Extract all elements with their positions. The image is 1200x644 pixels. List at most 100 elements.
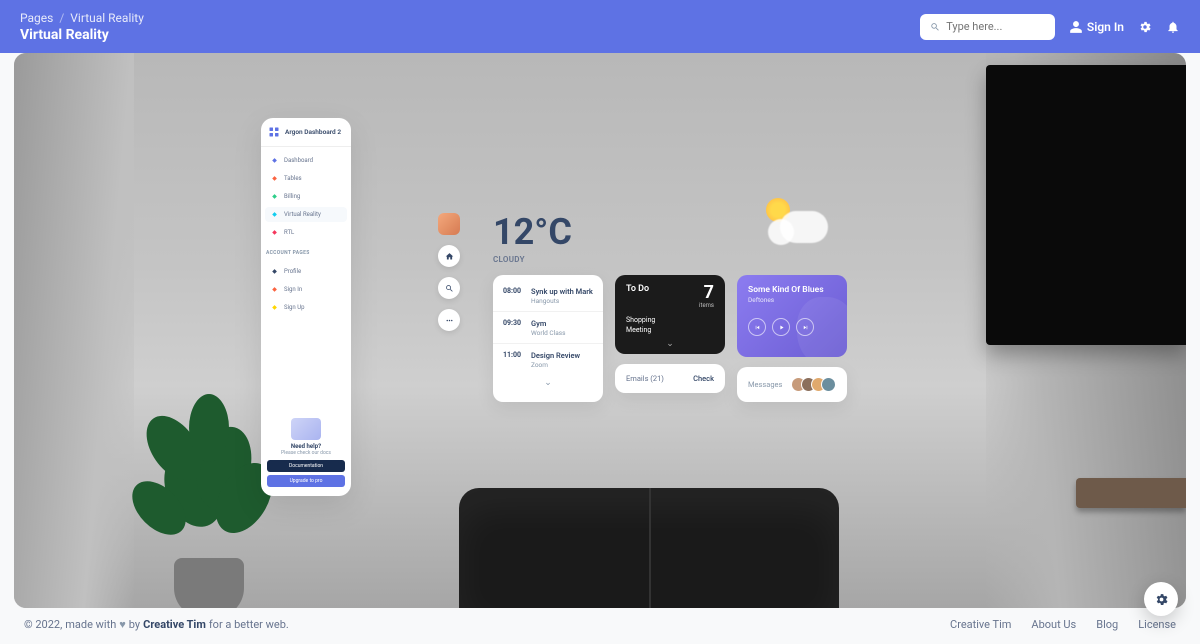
nav-icon: ◆ <box>270 156 279 165</box>
prev-button[interactable] <box>748 318 766 336</box>
sidebar-item-label: Virtual Reality <box>284 211 321 218</box>
schedule-expand[interactable]: ⌄ <box>493 375 603 391</box>
user-icon <box>1069 20 1083 34</box>
next-button[interactable] <box>796 318 814 336</box>
chairs-prop <box>459 488 839 608</box>
schedule-title: Gym <box>531 319 566 328</box>
heart-icon: ♥ <box>119 618 126 631</box>
schedule-item[interactable]: 08:00Synk up with MarkHangouts <box>493 283 603 311</box>
footer-link[interactable]: Blog <box>1096 618 1118 631</box>
schedule-time: 09:30 <box>503 319 525 337</box>
help-image <box>291 418 321 440</box>
user-avatar[interactable] <box>438 213 460 235</box>
emails-check[interactable]: Check <box>693 374 714 383</box>
sidebar-item-tables[interactable]: ◆ Tables <box>265 171 347 186</box>
nav-icon: ◆ <box>270 174 279 183</box>
play-button[interactable] <box>772 318 790 336</box>
todo-expand[interactable]: ⌄ <box>626 339 714 349</box>
page-title: Virtual Reality <box>20 27 144 43</box>
next-icon <box>802 324 809 331</box>
breadcrumb-current: Virtual Reality <box>70 11 144 25</box>
footer-author-link[interactable]: Creative Tim <box>143 618 206 631</box>
home-button[interactable] <box>438 245 460 267</box>
todo-task: ShoppingMeeting <box>626 316 714 336</box>
nav-icon: ◆ <box>270 192 279 201</box>
breadcrumb-root[interactable]: Pages <box>20 11 53 25</box>
bell-icon[interactable] <box>1166 20 1180 34</box>
footer-link[interactable]: Creative Tim <box>950 618 1011 631</box>
search-input[interactable] <box>946 20 1045 33</box>
sidebar-item-dashboard[interactable]: ◆ Dashboard <box>265 153 347 168</box>
todo-title: To Do <box>626 284 649 294</box>
ellipsis-icon <box>445 316 454 325</box>
sidebar-item-label: Billing <box>284 193 300 200</box>
nav-icon: ◆ <box>270 228 279 237</box>
topbar: Pages / Virtual Reality Virtual Reality … <box>0 0 1200 53</box>
schedule-sub: Hangouts <box>531 297 593 305</box>
search-button[interactable] <box>438 277 460 299</box>
nav-icon: ◆ <box>270 267 279 276</box>
sidebar-item-label: RTL <box>284 229 294 236</box>
schedule-title: Design Review <box>531 351 580 360</box>
sidebar-item-label: Sign In <box>284 286 302 293</box>
schedule-time: 08:00 <box>503 287 525 305</box>
avatar[interactable] <box>821 377 836 392</box>
weather-icon <box>758 198 828 248</box>
music-artist: Deftones <box>748 296 836 304</box>
emails-label: Emails (21) <box>626 374 664 383</box>
sidebar-item-billing[interactable]: ◆ Billing <box>265 189 347 204</box>
sidebar-item-sign-in[interactable]: ◆ Sign In <box>265 282 347 297</box>
weather-widget: 12°C Cloudy <box>493 211 572 264</box>
schedule-sub: Zoom <box>531 361 580 369</box>
sidebar-item-rtl[interactable]: ◆ RTL <box>265 225 347 240</box>
footer-link[interactable]: About Us <box>1031 618 1076 631</box>
sidebar-item-profile[interactable]: ◆ Profile <box>265 264 347 279</box>
sidebar-item-label: Profile <box>284 268 301 275</box>
emails-card[interactable]: Emails (21) Check <box>615 364 725 393</box>
schedule-item[interactable]: 09:30 GymWorld Class <box>493 311 603 343</box>
help-subtitle: Please check our docs <box>267 450 345 456</box>
schedule-item[interactable]: 11:00 Design ReviewZoom <box>493 343 603 375</box>
sidebar-item-sign-up[interactable]: ◆ Sign Up <box>265 300 347 315</box>
tv-prop <box>986 65 1186 345</box>
sidebar-item-label: Sign Up <box>284 304 304 311</box>
messages-label: Messages <box>748 380 782 389</box>
vr-viewport: Argon Dashboard 2 ◆ Dashboard ◆ Tables ◆ Bill… <box>14 53 1186 608</box>
todo-card: To Do 7 items ShoppingMeeting ⌄ <box>615 275 725 354</box>
weather-condition: Cloudy <box>493 255 572 264</box>
schedule-time: 11:00 <box>503 351 525 369</box>
messages-avatars <box>791 377 836 392</box>
nav-icon: ◆ <box>270 303 279 312</box>
music-player-card: Some Kind Of Blues Deftones <box>737 275 847 357</box>
search-input-wrap[interactable] <box>920 14 1055 40</box>
gear-icon[interactable] <box>1138 20 1152 34</box>
todo-count: 7 <box>699 284 714 302</box>
temperature: 12°C <box>493 211 572 253</box>
play-icon <box>778 324 785 331</box>
search-icon <box>445 284 454 293</box>
messages-card[interactable]: Messages <box>737 367 847 402</box>
sidebar-brand[interactable]: Argon Dashboard 2 <box>261 118 351 147</box>
todo-count-label: items <box>699 302 714 309</box>
sidebar-item-label: Dashboard <box>284 157 313 164</box>
schedule-sub: World Class <box>531 329 566 337</box>
more-button[interactable] <box>438 309 460 331</box>
breadcrumb: Pages / Virtual Reality <box>20 11 144 25</box>
sidebar: Argon Dashboard 2 ◆ Dashboard ◆ Tables ◆ Bill… <box>261 118 351 496</box>
footer-link[interactable]: License <box>1138 618 1176 631</box>
sidebar-item-label: Tables <box>284 175 302 182</box>
schedule-card: 08:00Synk up with MarkHangouts 09:30 GymWo… <box>493 275 603 402</box>
help-card: Need help? Please check our docs Documen… <box>261 412 351 496</box>
help-title: Need help? <box>267 443 345 450</box>
documentation-button[interactable]: Documentation <box>267 460 345 472</box>
signin-link[interactable]: Sign In <box>1069 20 1124 34</box>
upgrade-button[interactable]: Upgrade to pro <box>267 475 345 487</box>
gear-icon <box>1154 592 1169 607</box>
settings-fab[interactable] <box>1144 582 1178 616</box>
logo-icon <box>268 126 280 138</box>
sidebar-item-virtual-reality[interactable]: ◆Virtual Reality <box>265 207 347 222</box>
search-icon <box>930 21 940 33</box>
breadcrumb-separator: / <box>59 11 64 25</box>
nav-icon: ◆ <box>270 285 279 294</box>
prev-icon <box>754 324 761 331</box>
